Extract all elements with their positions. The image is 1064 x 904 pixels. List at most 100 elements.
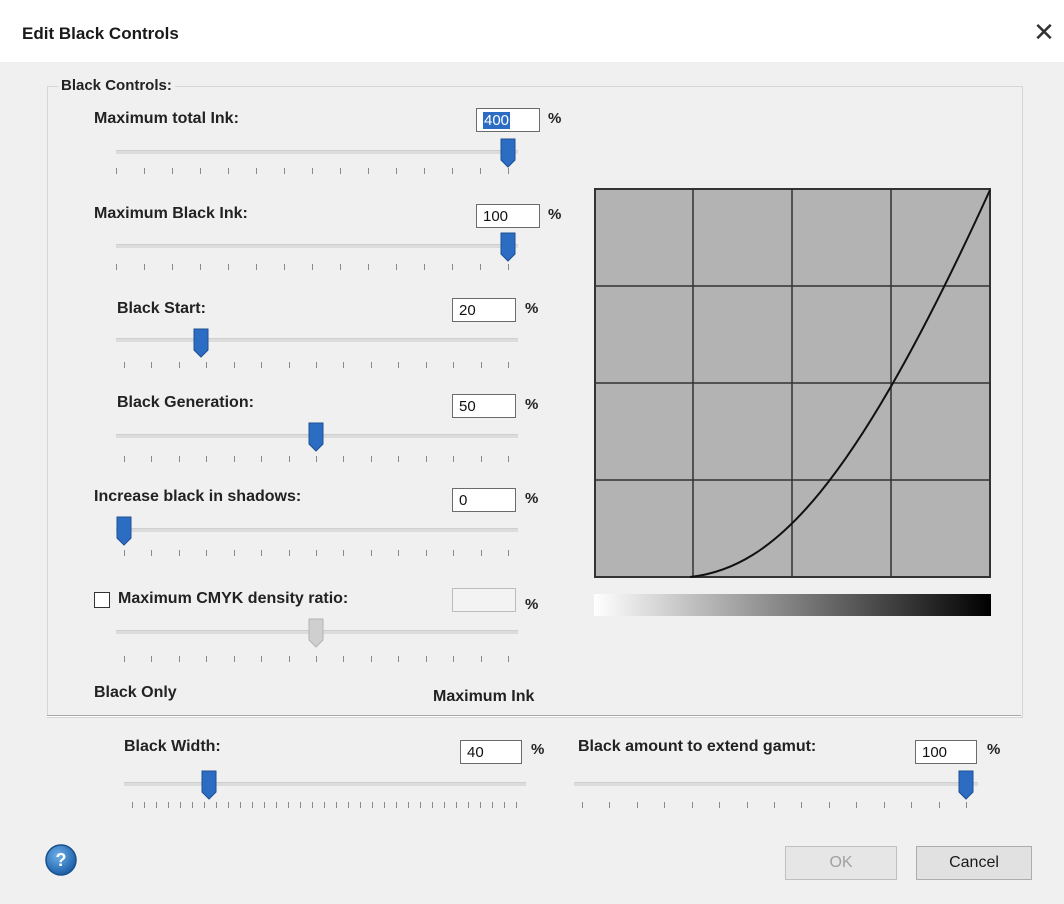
tick-mark	[719, 802, 721, 808]
tick-mark	[398, 656, 400, 662]
tick-mark	[398, 550, 400, 556]
tick-mark	[492, 802, 493, 808]
tick-mark	[116, 168, 117, 174]
increase-black-shadows-slider-thumb[interactable]	[116, 516, 132, 546]
tick-mark	[384, 802, 385, 808]
black-generation-slider-thumb[interactable]	[308, 422, 324, 452]
tick-mark	[316, 656, 317, 662]
percent-sign: %	[987, 741, 1001, 758]
help-icon[interactable]: ?	[44, 843, 78, 877]
black-extend-gamut-slider-track[interactable]	[574, 782, 978, 786]
tick-mark	[316, 362, 317, 368]
max-total-ink-slider-thumb[interactable]	[500, 138, 516, 168]
percent-sign: %	[525, 396, 539, 413]
tick-mark	[746, 802, 748, 808]
tick-mark	[312, 168, 313, 174]
black-generation-input[interactable]: 50	[452, 394, 516, 418]
tick-mark	[288, 456, 290, 462]
black-start-slider-thumb[interactable]	[193, 328, 209, 358]
black-width-slider-track[interactable]	[124, 782, 526, 786]
tick-mark	[774, 802, 775, 808]
tick-mark	[228, 168, 229, 174]
increase-black-shadows-slider-track[interactable]	[116, 528, 518, 532]
tick-mark	[178, 550, 180, 556]
tick-mark	[276, 802, 277, 808]
ok-button[interactable]: OK	[785, 846, 897, 880]
tick-mark	[480, 168, 481, 174]
tick-mark	[206, 656, 208, 662]
black-extend-gamut-slider-thumb[interactable]	[958, 770, 974, 800]
increase-black-shadows-input[interactable]: 0	[452, 488, 516, 512]
tick-mark	[316, 456, 317, 462]
tick-mark	[370, 456, 372, 462]
tick-mark	[516, 802, 517, 808]
tick-mark	[340, 168, 341, 174]
help-glyph: ?	[56, 850, 67, 870]
black-width-slider-thumb[interactable]	[201, 770, 217, 800]
max-black-ink-input[interactable]: 100	[476, 204, 540, 228]
increase-black-shadows-label: Increase black in shadows:	[94, 488, 302, 505]
black-start-label: Black Start:	[117, 300, 206, 317]
tick-mark	[206, 550, 208, 556]
tick-mark	[324, 802, 325, 808]
tick-mark	[360, 802, 361, 808]
tick-mark	[636, 802, 638, 808]
tick-mark	[178, 656, 180, 662]
tick-mark	[261, 550, 263, 556]
tick-mark	[480, 802, 481, 808]
tick-mark	[856, 802, 858, 808]
tick-mark	[480, 264, 481, 270]
tick-mark	[370, 362, 372, 368]
max-total-ink-slider-track[interactable]	[116, 150, 518, 154]
black-start-input[interactable]: 20	[452, 298, 516, 322]
tick-mark	[444, 802, 445, 808]
max-cmyk-density-label: Maximum CMYK density ratio:	[118, 590, 349, 607]
tick-mark	[452, 264, 453, 270]
tick-mark	[966, 802, 967, 808]
black-width-ticks	[132, 802, 517, 810]
increase-black-shadows-ticks	[124, 550, 509, 558]
tick-mark	[480, 656, 482, 662]
max-cmyk-density-input[interactable]	[452, 588, 516, 612]
tick-mark	[508, 656, 509, 662]
tick-mark	[453, 656, 455, 662]
tick-mark	[453, 550, 455, 556]
tick-mark	[408, 802, 409, 808]
tick-mark	[228, 264, 229, 270]
tick-mark	[116, 264, 117, 270]
cancel-button[interactable]: Cancel	[916, 846, 1032, 880]
max-total-ink-value: 400	[483, 112, 511, 129]
max-black-ink-slider-track[interactable]	[116, 244, 518, 248]
tick-mark	[368, 264, 369, 270]
tick-mark	[609, 802, 611, 808]
percent-sign: %	[548, 110, 562, 127]
black-start-slider-track[interactable]	[116, 338, 518, 342]
tick-mark	[144, 168, 145, 174]
max-cmyk-density-checkbox[interactable]	[94, 592, 110, 608]
tick-mark	[348, 802, 349, 808]
black-only-label: Black Only	[94, 684, 177, 701]
tick-mark	[124, 456, 125, 462]
tick-mark	[468, 802, 469, 808]
tick-mark	[178, 456, 180, 462]
tick-mark	[288, 550, 290, 556]
max-cmyk-density-slider-thumb[interactable]	[308, 618, 324, 648]
tick-mark	[370, 550, 372, 556]
black-extend-gamut-input[interactable]: 100	[915, 740, 977, 764]
tick-mark	[233, 456, 235, 462]
tick-mark	[144, 264, 145, 270]
close-icon[interactable]: ✕	[1024, 12, 1064, 52]
tick-mark	[312, 264, 313, 270]
black-generation-curve-chart	[594, 188, 991, 578]
tick-mark	[168, 802, 169, 808]
tick-mark	[480, 456, 482, 462]
tick-mark	[368, 168, 369, 174]
black-width-input[interactable]: 40	[460, 740, 522, 764]
max-total-ink-input[interactable]: 400	[476, 108, 540, 132]
tick-mark	[336, 802, 337, 808]
percent-sign: %	[531, 741, 545, 758]
tick-mark	[261, 362, 263, 368]
tick-mark	[192, 802, 193, 808]
max-black-ink-slider-thumb[interactable]	[500, 232, 516, 262]
tick-mark	[200, 264, 201, 270]
